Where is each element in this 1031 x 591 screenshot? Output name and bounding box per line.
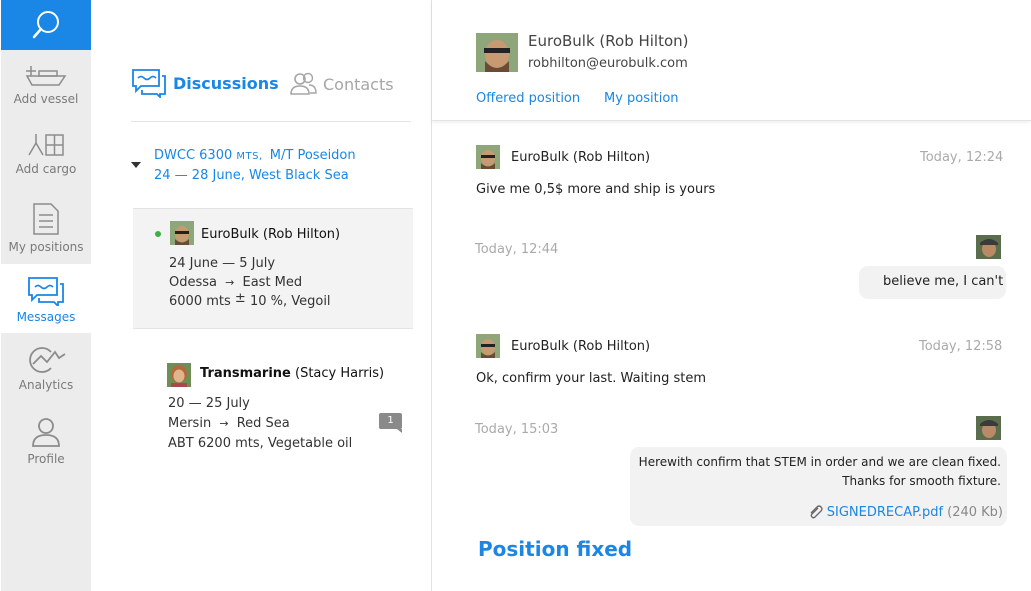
arrow-right-icon: → <box>225 276 235 289</box>
message-time: Today, 12:58 <box>919 339 1003 354</box>
message-time: Today, 12:24 <box>920 150 1004 165</box>
search-button[interactable] <box>1 0 91 50</box>
attachment-size: (240 Kb) <box>947 504 1003 520</box>
avatar-image <box>976 416 1001 440</box>
avatar <box>170 221 194 245</box>
message-time: Today, 15:03 <box>475 422 559 437</box>
conversation-cargo: 6000 mts ± 10 %, Vegoil <box>169 291 331 309</box>
nav-item-messages[interactable]: Messages <box>1 264 91 333</box>
contact-name: EuroBulk (Rob Hilton) <box>528 32 689 50</box>
message-sender: EuroBulk (Rob Hilton) <box>511 150 651 165</box>
message-time: Today, 12:44 <box>475 242 559 257</box>
conversation-list-panel: Discussions Contacts DWCC 6300 MTS, M/T … <box>91 0 432 591</box>
nav-item-add-cargo[interactable]: Add cargo <box>1 120 91 189</box>
position-subtitle: 24 — 28 June, West Black Sea <box>154 168 349 183</box>
search-icon <box>32 11 59 39</box>
nav-item-label: My positions <box>8 240 84 254</box>
position-units: MTS, <box>236 151 263 162</box>
route-from: Mersin <box>168 416 212 431</box>
position-dwcc: DWCC 6300 <box>154 148 233 163</box>
message-text-line: Herewith confirm that STEM in order and … <box>638 455 1001 469</box>
nav-item-profile[interactable]: Profile <box>1 404 91 473</box>
nav-item-add-vessel[interactable]: Add vessel <box>1 50 91 119</box>
nav-item-label: Analytics <box>18 378 74 392</box>
position-fixed-status: Position fixed <box>478 537 633 561</box>
avatar-image <box>476 145 500 169</box>
caret-down-icon <box>131 162 141 168</box>
contacts-icon <box>290 72 317 95</box>
analytics-icon <box>29 347 66 373</box>
contact-avatar <box>476 33 518 72</box>
route-to: Red Sea <box>236 416 290 431</box>
conversation-item-transmarine[interactable]: Transmarine (Stacy Harris) 20 — 25 July … <box>133 352 413 462</box>
avatar-image <box>476 33 518 72</box>
unread-badge: 1 <box>379 413 402 433</box>
divider <box>131 121 411 122</box>
offered-position-link[interactable]: Offered position <box>476 91 580 106</box>
message-bubble: believe me, I can't <box>859 266 1006 299</box>
nav-item-my-positions[interactable]: My positions <box>1 190 91 259</box>
online-indicator <box>155 231 161 237</box>
conversation-dates: 20 — 25 July <box>168 396 250 411</box>
avatar-image <box>476 334 500 358</box>
conversation-name: Transmarine (Stacy Harris) <box>200 366 384 381</box>
avatar-image <box>167 363 191 387</box>
avatar-image <box>976 235 1001 259</box>
contact-email: robhilton@eurobulk.com <box>528 56 688 71</box>
conversation-person: (Stacy Harris) <box>295 366 385 381</box>
document-icon <box>33 203 59 235</box>
message-text: Give me 0,5$ more and ship is yours <box>476 182 716 197</box>
avatar <box>476 334 500 358</box>
user-icon <box>32 418 60 447</box>
left-nav: Add vessel Add cargo My positions Messag… <box>1 0 91 591</box>
conversation-cargo: ABT 6200 mts, Vegetable oil <box>168 436 353 451</box>
message-text: believe me, I can't <box>883 274 1004 289</box>
app-window: Add vessel Add cargo My positions Messag… <box>0 0 1031 591</box>
tab-contacts[interactable]: Contacts <box>289 72 394 96</box>
avatar <box>167 363 191 387</box>
position-title: DWCC 6300 MTS, M/T Poseidon <box>154 148 356 163</box>
chat-icon <box>28 277 64 306</box>
conversation-dates: 24 June — 5 July <box>169 256 276 271</box>
route-to: East Med <box>242 275 303 290</box>
attachment-filename[interactable]: SIGNEDRECAP.pdf <box>827 505 943 520</box>
avatar <box>476 145 500 169</box>
chat-panel: EuroBulk (Rob Hilton) robhilton@eurobulk… <box>432 0 1031 591</box>
conversation-route: Odessa → East Med <box>169 275 302 290</box>
my-position-link[interactable]: My position <box>604 91 679 106</box>
tab-discussions[interactable]: Discussions <box>131 68 279 98</box>
nav-item-label: Add vessel <box>13 92 79 106</box>
route-from: Odessa <box>169 275 217 290</box>
nav-item-label: Messages <box>16 310 76 324</box>
nav-item-label: Profile <box>27 452 65 466</box>
message-bubble: Herewith confirm that STEM in order and … <box>630 447 1007 526</box>
message-text-line: Thanks for smooth fixture. <box>842 474 1001 488</box>
conversation-item-eurobulk[interactable]: EuroBulk (Rob Hilton) 24 June — 5 July O… <box>133 208 413 329</box>
my-avatar <box>976 416 1001 440</box>
arrow-right-icon: → <box>219 417 229 430</box>
message-text: Ok, confirm your last. Waiting stem <box>476 371 707 386</box>
plus-minus-icon: ± <box>234 291 246 306</box>
chat-header: EuroBulk (Rob Hilton) robhilton@eurobulk… <box>432 0 1031 121</box>
message-sender: EuroBulk (Rob Hilton) <box>511 339 651 354</box>
cargo-qty: 6000 mts <box>169 294 231 309</box>
position-vessel: M/T Poseidon <box>269 148 356 163</box>
tab-label: Contacts <box>323 74 394 94</box>
avatar-image <box>170 221 194 245</box>
conversation-company: Transmarine <box>200 366 291 381</box>
cargo-desc: 10 %, Vegoil <box>249 294 331 309</box>
attachment[interactable]: SIGNEDRECAP.pdf (240 Kb) <box>807 504 1003 520</box>
nav-item-analytics[interactable]: Analytics <box>1 334 91 403</box>
panel-tabs: Discussions Contacts <box>131 68 411 102</box>
paperclip-icon <box>810 505 823 519</box>
ship-icon <box>25 66 67 86</box>
tab-label: Discussions <box>173 73 279 93</box>
conversation-route: Mersin → Red Sea <box>168 416 290 431</box>
discussions-icon <box>132 69 166 98</box>
cargo-icon <box>28 134 64 156</box>
nav-item-label: Add cargo <box>15 162 77 176</box>
my-avatar <box>976 235 1001 259</box>
conversation-name: EuroBulk (Rob Hilton) <box>201 227 341 242</box>
